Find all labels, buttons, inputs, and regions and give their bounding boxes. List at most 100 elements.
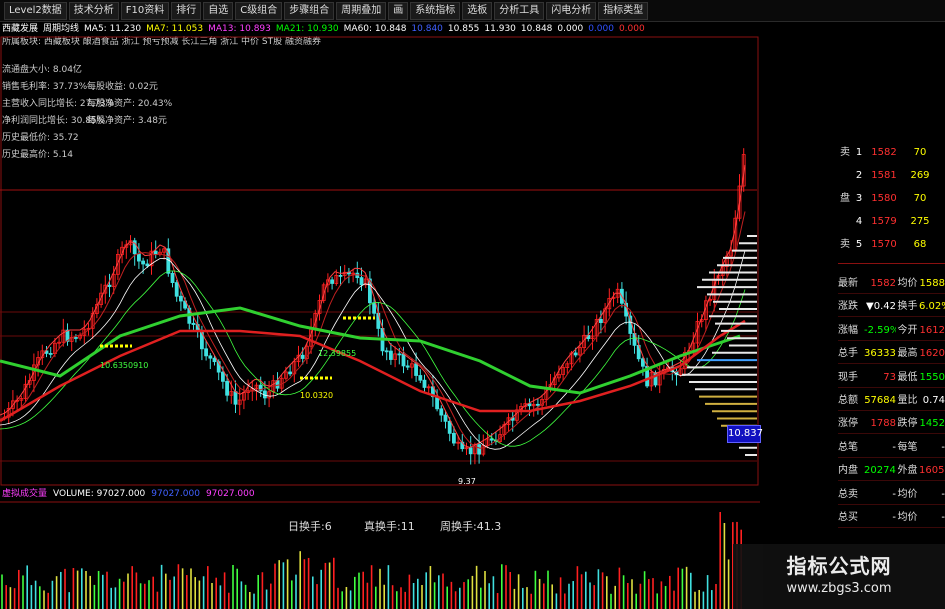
signal-label-3: 12.39855 [318, 349, 356, 358]
book-side: 卖 [840, 147, 850, 158]
quote-label: 总额 [838, 395, 858, 406]
ma-label-11: 0.000 [557, 24, 584, 34]
book-price: 1580 [871, 193, 897, 204]
menu-item-1[interactable]: 技术分析 [68, 1, 119, 20]
candle-body [107, 284, 112, 287]
candle-body [489, 438, 494, 441]
quote-value: - [892, 512, 896, 523]
row-divider [838, 527, 945, 528]
volume-title: 虚拟成交量 [2, 489, 48, 499]
quote-row[interactable]: 涨跌 ▼0.42换手6.02% [838, 296, 945, 317]
menu-item-7[interactable]: 周期叠加 [336, 1, 387, 20]
quote-value: -2.59% [864, 324, 896, 336]
book-level: 4 [855, 216, 863, 227]
current-price-tag: 10.837 [727, 425, 763, 443]
quote-value: 57684 [864, 395, 896, 406]
quote-label-2: 跌停 [897, 418, 918, 430]
order-book-row[interactable]: 卖 1 1582 70 [838, 142, 945, 163]
quote-value: - [892, 488, 896, 500]
divider [838, 263, 945, 264]
quote-row[interactable]: 总卖 - 均价 - [838, 484, 945, 505]
volume-value: VOLUME: 97027.000 [53, 489, 146, 499]
quote-row[interactable]: 总手 363337最高1620 [838, 343, 945, 364]
volume-chart[interactable] [0, 501, 760, 609]
quote-label-2: 最高 [897, 348, 918, 360]
ma13-line [0, 250, 746, 450]
menu-item-2[interactable]: F10资料 [120, 1, 170, 20]
quote-row[interactable]: 总额 57684 量比 0.74 [838, 390, 945, 411]
quote-row[interactable]: 现手 73 最低 1550 [838, 367, 945, 388]
ma-label-13: 0.000 [618, 24, 645, 34]
candle-body [225, 380, 230, 396]
menu-item-4[interactable]: 自选 [203, 1, 234, 20]
ma-label-3: MA7: 11.053 [146, 24, 204, 34]
quote-row[interactable]: 总笔 - 每笔 - [838, 437, 945, 458]
candle-body [233, 391, 238, 405]
candle-body [439, 408, 444, 416]
candlestick-chart[interactable]: 10.6350910 10.0320 12.39855 9.37 [0, 36, 760, 486]
book-qty: 70 [913, 193, 927, 204]
candle-body [338, 274, 343, 277]
book-level: 2 [855, 170, 863, 181]
menu-item-3[interactable]: 排行 [171, 1, 202, 20]
row-divider [838, 386, 945, 388]
candle-body [451, 432, 456, 444]
quote-value: 1788 [870, 418, 896, 430]
menu-item-6[interactable]: 步骤组合 [284, 1, 335, 20]
quote-row[interactable]: 涨停 1788 跌停 1452 [838, 413, 945, 434]
quote-value: - [892, 441, 896, 453]
candle-body [48, 353, 53, 355]
menu-item-8[interactable]: 画 [388, 1, 409, 20]
candle-body [422, 379, 427, 388]
quote-value: 73 [883, 371, 896, 383]
menu-item-9[interactable]: 系统指标 [410, 1, 461, 20]
candle-body [477, 444, 482, 455]
quote-label: 现手 [838, 371, 858, 383]
candle-body [388, 350, 393, 360]
ma-label-5: MA21: 10.930 [275, 24, 339, 34]
book-side [838, 211, 852, 232]
quote-label: 总卖 [838, 488, 858, 500]
ma-label-9: 11.930 [484, 24, 516, 34]
quote-label: 最新 [838, 278, 858, 289]
candle-body [468, 447, 473, 455]
menu-item-12[interactable]: 闪电分析 [546, 1, 597, 20]
book-level: 1 [855, 147, 863, 158]
quote-row[interactable]: 总买 - 均价 - [838, 507, 945, 528]
ma-label-10: 10.848 [520, 24, 553, 34]
quote-value-2: - [941, 512, 945, 523]
book-qty: 275 [910, 216, 930, 227]
candle-body [414, 363, 419, 376]
order-book-row[interactable]: 卖 5 1570 68 [838, 234, 945, 255]
menu-item-11[interactable]: 分析工具 [494, 1, 545, 20]
menu-item-0[interactable]: Level2数据 [4, 1, 67, 20]
quote-value: 1582 [870, 278, 896, 289]
order-book-row[interactable]: 盘 3 1580 70 [838, 188, 945, 209]
menu-item-13[interactable]: 指标类型 [598, 1, 649, 20]
candle-body [300, 354, 305, 359]
candle-body [573, 352, 578, 356]
book-side: 卖 [840, 239, 850, 250]
ma-label-12: 0.000 [588, 24, 614, 34]
watermark-url: www.zbgs3.com [786, 581, 892, 596]
watermark-title: 指标公式网 [786, 554, 892, 578]
candle-body [435, 396, 440, 410]
ma-label-8: 10.855 [447, 24, 480, 34]
menu-item-5[interactable]: C级组合 [235, 1, 283, 20]
order-book-row[interactable]: 4 1579 275 [838, 211, 945, 232]
book-side: 盘 [840, 193, 850, 204]
quote-label-2: 每笔 [897, 441, 918, 453]
order-book-row[interactable]: 2 1581 269 [838, 165, 945, 186]
quote-row[interactable]: 涨幅 -2.59% 今开 1612 [838, 320, 945, 341]
quote-label-2: 量比 [897, 395, 918, 406]
quote-row[interactable]: 最新 1582 均价 1588 [838, 273, 945, 294]
signal-label-1: 10.6350910 [100, 361, 148, 370]
row-divider [838, 363, 945, 365]
candle-body [178, 295, 183, 302]
menu-item-10[interactable]: 选板 [462, 1, 493, 20]
quote-value: 202747 [864, 465, 896, 477]
candle-body [536, 403, 540, 406]
quote-row[interactable]: 内盘 202747外盘160590 [838, 460, 945, 481]
quote-label: 总买 [838, 512, 858, 523]
quote-value-2: 0.74 [922, 395, 945, 406]
